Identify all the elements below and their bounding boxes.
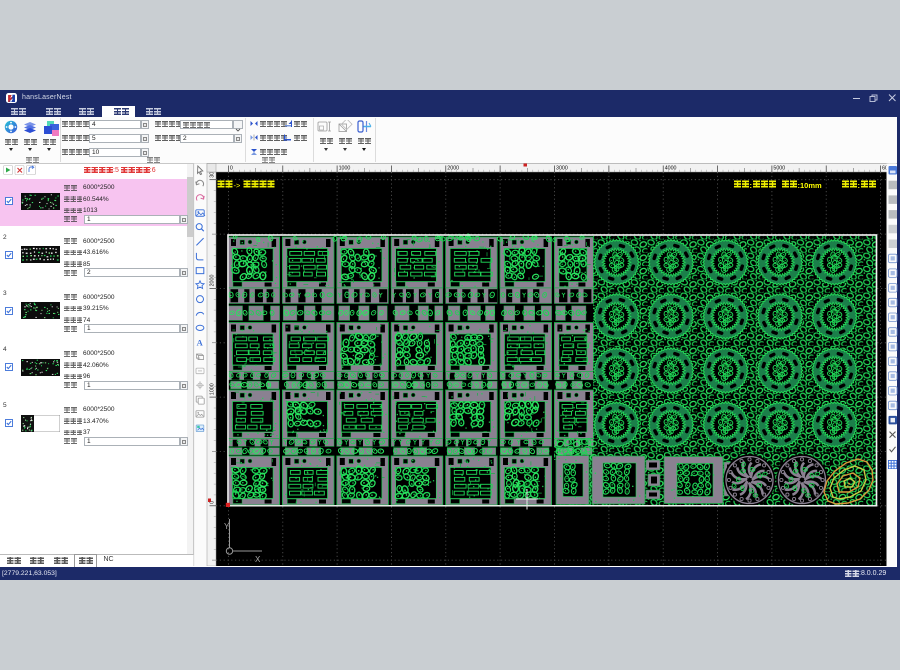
svg-text:A: A — [197, 338, 204, 348]
svg-text::: : — [750, 181, 753, 190]
svg-text:0: 0 — [230, 166, 233, 172]
svg-text:1000: 1000 — [210, 383, 216, 395]
svg-text:4000: 4000 — [665, 166, 677, 172]
svg-text:1000: 1000 — [339, 166, 351, 172]
svg-text:X: X — [255, 555, 261, 564]
svg-text:2000: 2000 — [447, 166, 459, 172]
svg-text:->: -> — [234, 181, 241, 190]
svg-text:3000: 3000 — [556, 166, 568, 172]
svg-text:Y: Y — [224, 522, 230, 531]
svg-text::: : — [858, 181, 861, 190]
svg-text:5000: 5000 — [773, 166, 785, 172]
svg-text:2000: 2000 — [210, 275, 216, 287]
svg-text::10mm: :10mm — [798, 181, 823, 190]
